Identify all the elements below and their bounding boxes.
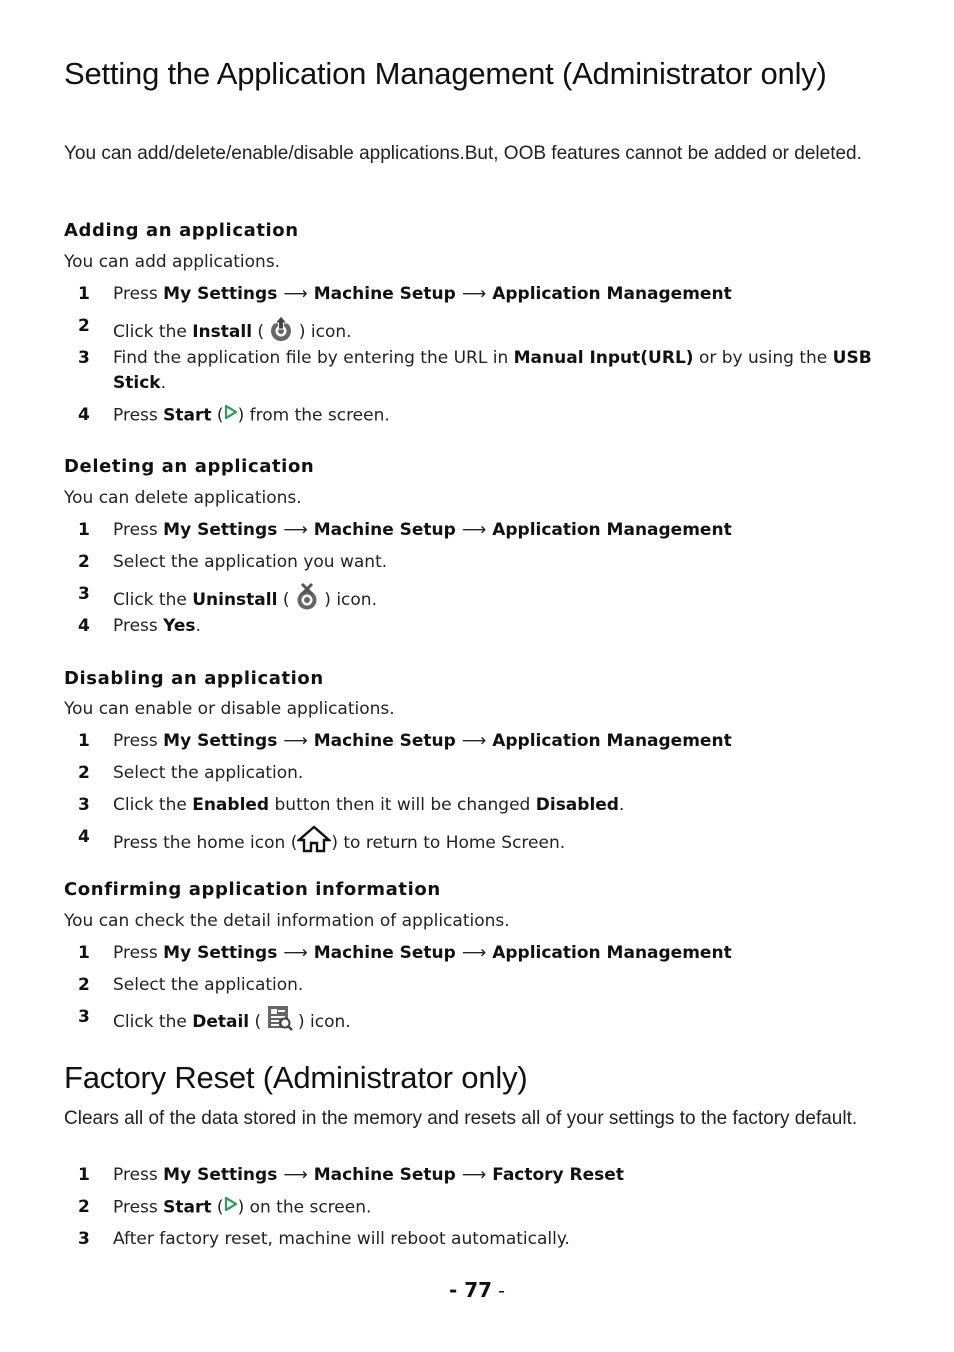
- footer-dash: -: [448, 1278, 465, 1302]
- subsection-subtitle: You can add applications.: [64, 252, 281, 272]
- subsection-subtitle: You can enable or disable applications.: [64, 699, 395, 719]
- step: 2 Select the application.: [78, 763, 304, 783]
- step: 1 Press My Settings ⟶ Machine Setup ⟶ Applic…: [78, 282, 898, 314]
- section-title-factory-reset: Factory Reset (Administrator only): [64, 1060, 528, 1095]
- step: 1 Press My Settings ⟶ Machine Setup ⟶ Applic…: [78, 941, 898, 973]
- page-footer: - 77 -: [0, 1278, 954, 1302]
- section-intro: Clears all of the data stored in the mem…: [64, 1108, 858, 1129]
- steps-list-factory-reset: 1 Press My Settings ⟶ Machine Setup ⟶ Factor…: [78, 1163, 898, 1252]
- subsection-heading-disabling: Disabling an application: [64, 668, 324, 689]
- install-icon: [269, 314, 293, 350]
- steps-list-deleting: 1 Press My Settings ⟶ Machine Setup ⟶ Applic…: [78, 518, 898, 639]
- step: 2 Press Start () on the screen.: [78, 1195, 898, 1227]
- step: 1 Press My Settings ⟶ Machine Setup ⟶ Applic…: [78, 729, 898, 761]
- steps-list-confirming: 1 Press My Settings ⟶ Machine Setup ⟶ Applic…: [78, 941, 898, 1039]
- step: 3 After factory reset, machine will rebo…: [78, 1229, 570, 1249]
- step: 2 Click the Install ( ) icon.: [78, 314, 898, 346]
- subsection-subtitle: You can check the detail information of …: [64, 911, 510, 931]
- arrow-icon: ⟶: [283, 731, 308, 751]
- arrow-icon: ⟶: [461, 1165, 487, 1185]
- section-title-application-management: Setting the Application Management (Admi…: [64, 56, 827, 91]
- start-play-icon: [224, 403, 238, 428]
- step: 4 Press the home icon () to return to Ho…: [78, 825, 898, 861]
- detail-icon: [267, 1005, 293, 1039]
- home-icon: [296, 825, 333, 861]
- start-play-icon: [224, 1195, 238, 1220]
- step: 3 Find the application file by entering …: [78, 348, 872, 393]
- arrow-icon: ⟶: [283, 943, 308, 963]
- step: 3 Click the Uninstall ( ) icon.: [78, 582, 898, 614]
- subsection-heading-adding: Adding an application: [64, 220, 299, 241]
- arrow-icon: ⟶: [461, 731, 487, 751]
- arrow-icon: ⟶: [283, 1165, 308, 1185]
- arrow-icon: ⟶: [461, 520, 487, 540]
- step: 1 Press My Settings ⟶ Machine Setup ⟶ Factor…: [78, 1163, 898, 1195]
- step: 4 Press Start () from the screen.: [78, 403, 898, 429]
- subsection-subtitle: You can delete applications.: [64, 488, 302, 508]
- step: 2 Select the application.: [78, 975, 304, 995]
- arrow-icon: ⟶: [461, 284, 487, 304]
- step: 4 Press Yes.: [78, 616, 201, 636]
- steps-list-adding: 1 Press My Settings ⟶ Machine Setup ⟶ Applic…: [78, 282, 898, 429]
- step: 2 Select the application you want.: [78, 552, 388, 572]
- subsection-heading-confirming: Confirming application information: [64, 879, 441, 900]
- step: 1 Press My Settings ⟶ Machine Setup ⟶ Applic…: [78, 518, 898, 550]
- section-intro: You can add/delete/enable/disable applic…: [64, 143, 862, 164]
- steps-list-disabling: 1 Press My Settings ⟶ Machine Setup ⟶ Applic…: [78, 729, 898, 861]
- arrow-icon: ⟶: [283, 284, 308, 304]
- subsection-heading-deleting: Deleting an application: [64, 456, 315, 477]
- arrow-icon: ⟶: [283, 520, 308, 540]
- step: 3 Click the Detail ( ) icon.: [78, 1005, 898, 1039]
- page-number: 77: [464, 1278, 493, 1302]
- step: 3 Click the Enabled button then it will …: [78, 795, 625, 815]
- uninstall-icon: [295, 582, 319, 618]
- arrow-icon: ⟶: [461, 943, 487, 963]
- footer-dash: -: [492, 1280, 505, 1302]
